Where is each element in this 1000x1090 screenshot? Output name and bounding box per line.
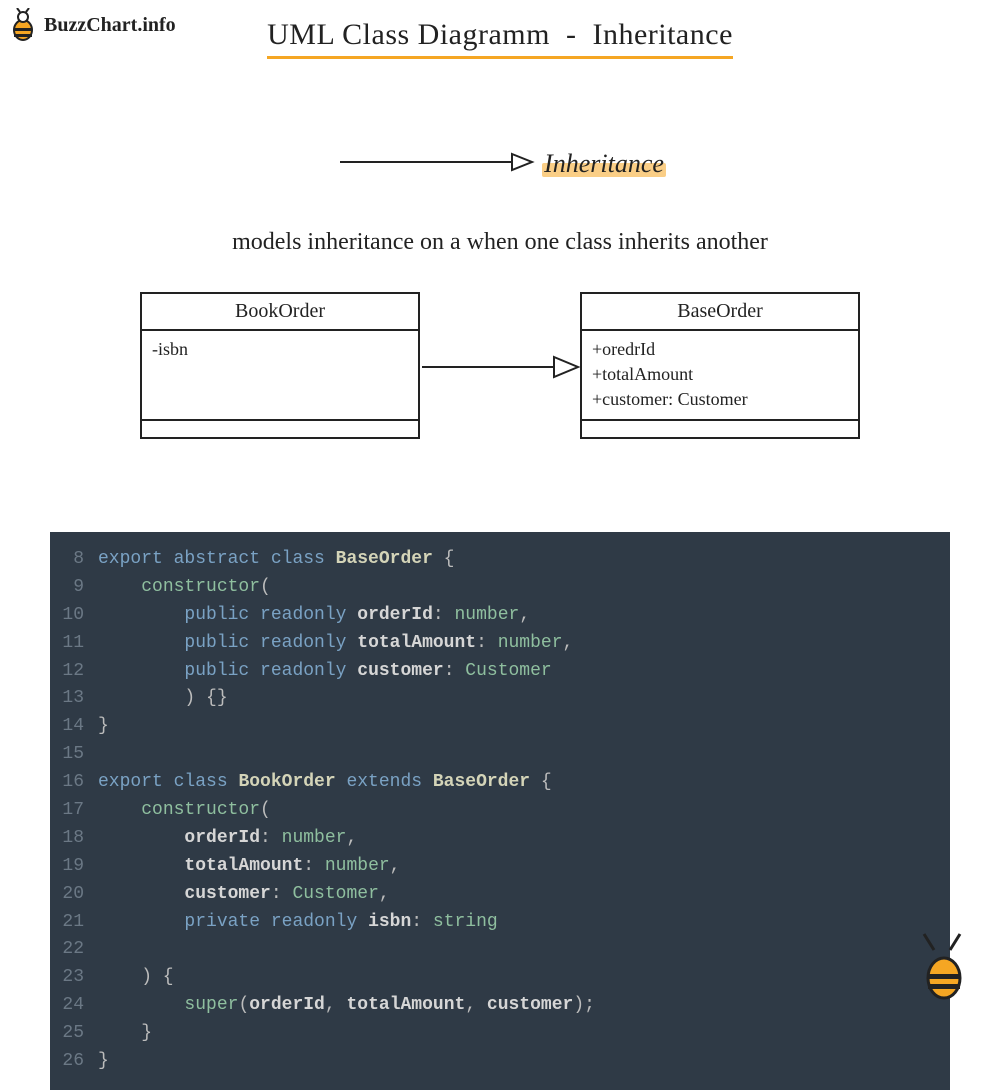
uml-attr: +oredrId (592, 337, 848, 362)
code-content: constructor( (98, 797, 271, 825)
line-number: 13 (50, 685, 98, 713)
code-line: 10 public readonly orderId: number, (50, 602, 950, 630)
line-number: 23 (50, 964, 98, 992)
uml-class-attrs: -isbn (142, 331, 418, 421)
code-line: 9 constructor( (50, 574, 950, 602)
legend-label-text: Inheritance (544, 149, 664, 178)
uml-class-methods (142, 421, 418, 437)
brand-logo: BuzzChart.info (8, 8, 176, 42)
inheritance-arrow-icon (336, 150, 536, 179)
bee-peek-icon (910, 930, 962, 1000)
description-text: models inheritance on a when one class i… (0, 229, 1000, 256)
code-content: totalAmount: number, (98, 853, 400, 881)
uml-diagram: BookOrder -isbn BaseOrder +oredrId+total… (0, 292, 1000, 472)
uml-attr: +customer: Customer (592, 387, 848, 412)
line-number: 14 (50, 713, 98, 741)
line-number: 18 (50, 825, 98, 853)
title-separator: - (566, 18, 577, 51)
title-main: UML Class Diagramm (267, 18, 550, 51)
code-content: export abstract class BaseOrder { (98, 546, 454, 574)
line-number: 10 (50, 602, 98, 630)
line-number: 19 (50, 853, 98, 881)
uml-class-title: BaseOrder (582, 294, 858, 331)
code-line: 11 public readonly totalAmount: number, (50, 630, 950, 658)
line-number: 17 (50, 797, 98, 825)
line-number: 15 (50, 741, 98, 769)
uml-class-attrs: +oredrId+totalAmount+customer: Customer (582, 331, 858, 421)
code-content: orderId: number, (98, 825, 357, 853)
line-number: 21 (50, 909, 98, 937)
code-line: 15 (50, 741, 950, 769)
legend-label: Inheritance (544, 149, 664, 179)
bee-icon (8, 8, 38, 42)
line-number: 22 (50, 936, 98, 964)
code-content: public readonly orderId: number, (98, 602, 530, 630)
brand-text: BuzzChart.info (44, 14, 176, 37)
code-line: 17 constructor( (50, 797, 950, 825)
uml-class-bookorder: BookOrder -isbn (140, 292, 420, 439)
line-number: 26 (50, 1048, 98, 1076)
code-line: 24 super(orderId, totalAmount, customer)… (50, 992, 950, 1020)
code-content: } (98, 713, 109, 741)
uml-inheritance-arrow (420, 292, 580, 442)
code-line: 23 ) { (50, 964, 950, 992)
code-line: 13 ) {} (50, 685, 950, 713)
code-content: ) { (98, 964, 174, 992)
code-content: constructor( (98, 574, 271, 602)
line-number: 11 (50, 630, 98, 658)
code-content: export class BookOrder extends BaseOrder… (98, 769, 552, 797)
code-line: 18 orderId: number, (50, 825, 950, 853)
line-number: 24 (50, 992, 98, 1020)
code-line: 8export abstract class BaseOrder { (50, 546, 950, 574)
line-number: 12 (50, 658, 98, 686)
code-content: private readonly isbn: string (98, 909, 498, 937)
line-number: 8 (50, 546, 98, 574)
code-snippet: 8export abstract class BaseOrder {9 cons… (50, 532, 950, 1090)
code-line: 26} (50, 1048, 950, 1076)
code-line: 12 public readonly customer: Customer (50, 658, 950, 686)
uml-class-title: BookOrder (142, 294, 418, 331)
code-line: 20 customer: Customer, (50, 881, 950, 909)
line-number: 20 (50, 881, 98, 909)
line-number: 9 (50, 574, 98, 602)
page-title: UML Class Diagramm - Inheritance (267, 18, 733, 59)
code-content: public readonly customer: Customer (98, 658, 552, 686)
code-line: 19 totalAmount: number, (50, 853, 950, 881)
line-number: 16 (50, 769, 98, 797)
code-line: 22 (50, 936, 950, 964)
uml-class-baseorder: BaseOrder +oredrId+totalAmount+customer:… (580, 292, 860, 439)
code-content: ) {} (98, 685, 228, 713)
code-content: super(orderId, totalAmount, customer); (98, 992, 595, 1020)
code-line: 14} (50, 713, 950, 741)
uml-attr: +totalAmount (592, 362, 848, 387)
title-sub: Inheritance (592, 18, 732, 51)
code-content: } (98, 1020, 152, 1048)
code-line: 25 } (50, 1020, 950, 1048)
legend-row: Inheritance (0, 149, 1000, 179)
code-content: } (98, 1048, 109, 1076)
code-content: public readonly totalAmount: number, (98, 630, 573, 658)
uml-attr: -isbn (152, 337, 408, 362)
code-line: 16export class BookOrder extends BaseOrd… (50, 769, 950, 797)
code-content: customer: Customer, (98, 881, 390, 909)
code-line: 21 private readonly isbn: string (50, 909, 950, 937)
line-number: 25 (50, 1020, 98, 1048)
uml-class-methods (582, 421, 858, 437)
